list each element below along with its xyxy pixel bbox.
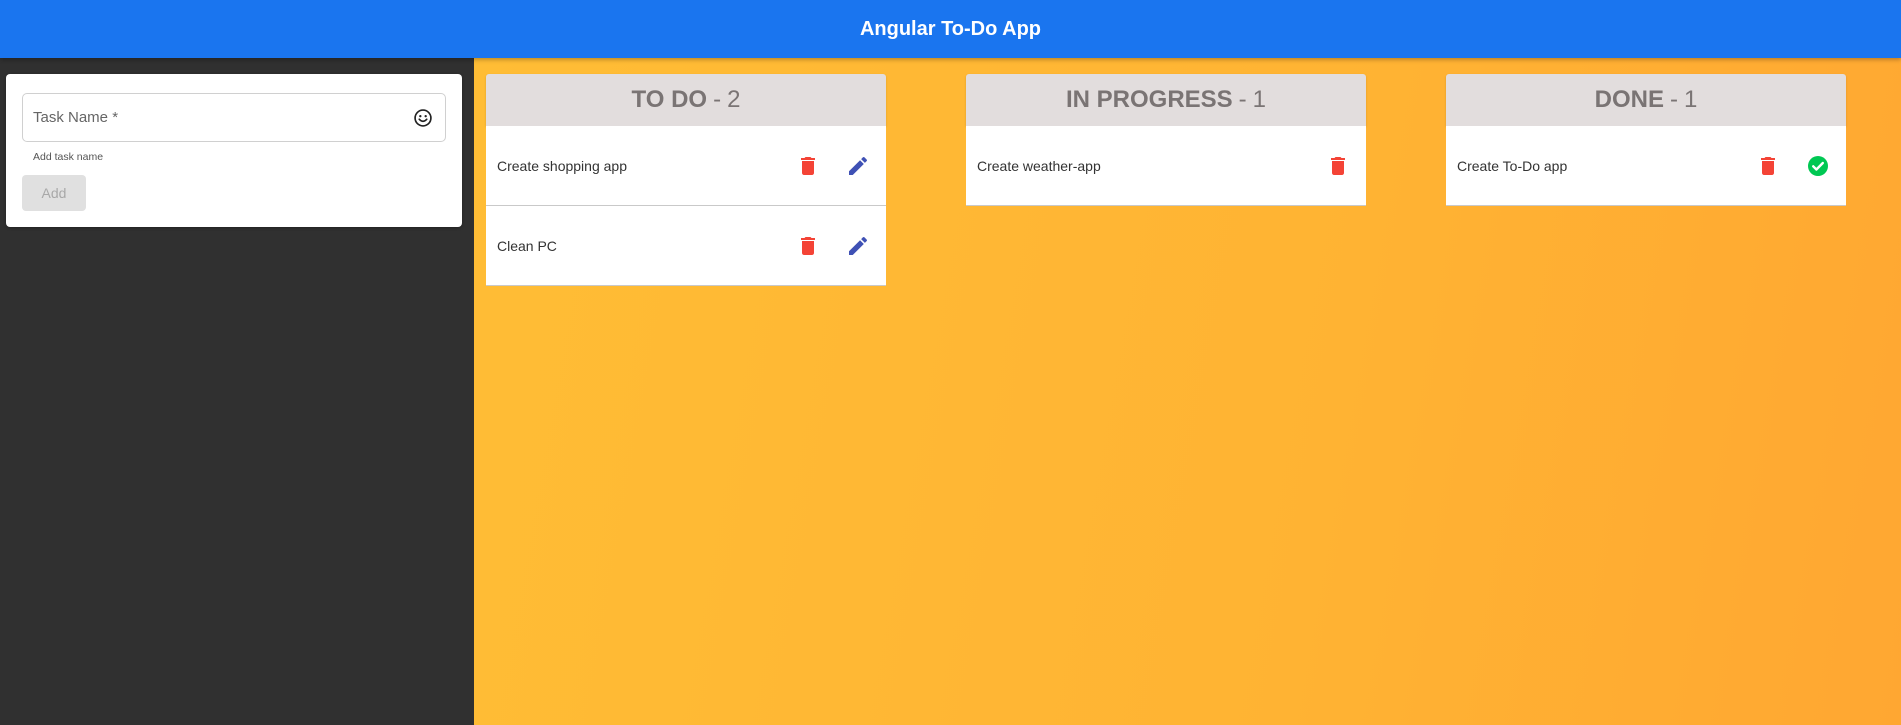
task-text: Create shopping app <box>497 157 627 174</box>
column-header: IN PROGRESS - 1 <box>966 74 1366 126</box>
task-name-hint: Add task name <box>33 151 104 163</box>
task-name-input[interactable] <box>23 101 415 134</box>
check-circle-icon[interactable] <box>1800 148 1836 184</box>
delete-icon[interactable] <box>790 148 826 184</box>
column-header: TO DO - 2 <box>486 74 886 126</box>
edit-icon[interactable] <box>840 228 876 264</box>
emoji-icon[interactable] <box>413 108 433 128</box>
delete-icon[interactable] <box>1750 148 1786 184</box>
app-title: Angular To-Do App <box>859 17 1042 40</box>
column-title: TO DO <box>631 86 708 113</box>
column-title: DONE <box>1594 86 1664 113</box>
column-done: DONE - 1 Create To-Do app <box>1446 74 1846 206</box>
task-card[interactable]: Create To-Do app <box>1446 126 1846 206</box>
add-task-form: Add task name Add <box>6 74 462 227</box>
task-card[interactable]: Clean PC <box>486 206 886 286</box>
task-text: Create To-Do app <box>1457 157 1568 174</box>
column-count: 1 <box>1683 86 1698 113</box>
task-card[interactable]: Create shopping app <box>486 126 886 206</box>
column-in-progress: IN PROGRESS - 1 Create weather-app <box>966 74 1366 206</box>
task-text: Clean PC <box>497 237 557 254</box>
task-text: Create weather-app <box>977 157 1101 174</box>
sidebar: Add task name Add <box>0 58 474 725</box>
kanban-board: TO DO - 2 Create shopping app Clean PC I… <box>474 58 1901 725</box>
column-count: 1 <box>1252 86 1267 113</box>
app-header: Angular To-Do App <box>0 0 1901 58</box>
column-separator: - <box>1669 86 1678 113</box>
column-separator: - <box>1238 86 1247 113</box>
column-separator: - <box>713 86 722 113</box>
delete-icon[interactable] <box>1320 148 1356 184</box>
column-header: DONE - 1 <box>1446 74 1846 126</box>
column-count: 2 <box>727 86 741 113</box>
add-button[interactable]: Add <box>22 175 86 211</box>
task-name-field[interactable] <box>22 93 446 142</box>
column-todo: TO DO - 2 Create shopping app Clean PC <box>486 74 886 286</box>
delete-icon[interactable] <box>790 228 826 264</box>
column-title: IN PROGRESS <box>1065 86 1233 113</box>
edit-icon[interactable] <box>840 148 876 184</box>
task-card[interactable]: Create weather-app <box>966 126 1366 206</box>
